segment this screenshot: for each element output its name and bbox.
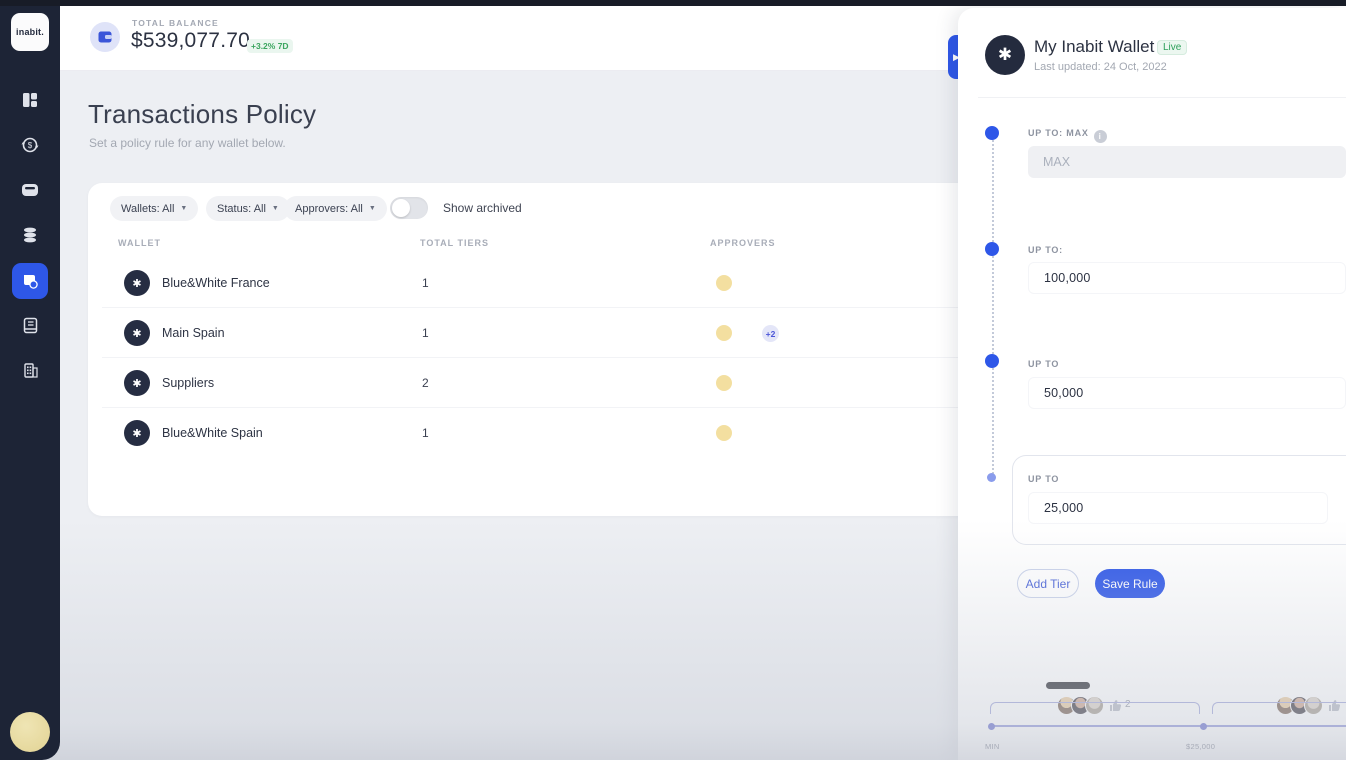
card-icon (21, 183, 39, 197)
approver-avatar (716, 325, 732, 341)
range-min-label: MIN (985, 742, 1000, 751)
wallet-name: Suppliers (162, 376, 215, 390)
book-icon (22, 317, 39, 334)
info-icon[interactable]: i (1093, 130, 1107, 143)
sidebar-item-transactions-policy[interactable] (12, 263, 48, 299)
scrubber-handle[interactable] (1046, 682, 1090, 689)
col-total-tiers: TOTAL TIERS (420, 238, 490, 248)
approver-avatar (716, 275, 732, 291)
approver-avatar (716, 375, 732, 391)
sidebar: inabit. $ (0, 0, 60, 760)
approvers-filter[interactable]: Approvers: All ▼ (284, 196, 387, 221)
tier-timeline-line (992, 140, 994, 478)
range-slider-dot[interactable] (1200, 723, 1207, 730)
wallet-name: Blue&White France (162, 276, 270, 290)
status-filter[interactable]: Status: All ▼ (206, 196, 290, 221)
tier-dot (985, 242, 999, 256)
toggle-knob (392, 199, 410, 217)
divider (978, 97, 1346, 98)
range-slider-dot[interactable] (988, 723, 995, 730)
wallet-avatar-icon: ✱ (124, 270, 150, 296)
approver-avatar (716, 425, 732, 441)
wallet-tiers: 1 (422, 426, 429, 440)
wallet-avatar-icon: ✱ (124, 420, 150, 446)
tier-range-bracket (990, 702, 1200, 714)
inabit-logo[interactable]: inabit. (11, 13, 49, 51)
show-archived-toggle[interactable] (390, 197, 428, 219)
last-updated-text: Last updated: 24 Oct, 2022 (1034, 61, 1167, 73)
database-icon (21, 226, 39, 244)
total-balance-value: $539,077.70 (131, 29, 250, 52)
tier-label: UP TO: MAX i (1028, 128, 1107, 143)
sidebar-item-cards[interactable] (12, 172, 48, 208)
more-approvers-badge[interactable]: +2 (762, 325, 779, 342)
swap-dollar-icon: $ (20, 135, 40, 155)
chevron-down-icon: ▼ (180, 205, 188, 212)
add-tier-button[interactable]: Add Tier (1017, 569, 1079, 598)
panel-title: My Inabit Wallet (1034, 37, 1155, 56)
wallet-icon (90, 22, 120, 52)
wallets-filter[interactable]: Wallets: All ▼ (110, 196, 199, 221)
wallets-filter-label: Wallets: All (121, 202, 175, 215)
sidebar-item-exchange[interactable]: $ (12, 127, 48, 163)
tier-label: UP TO (1028, 474, 1060, 484)
tier-dot (987, 473, 996, 482)
sidebar-item-organization[interactable] (12, 352, 48, 388)
wallet-tiers: 2 (422, 376, 429, 390)
tier-amount-input[interactable]: 50,000 (1028, 377, 1346, 409)
col-wallet: WALLET (118, 238, 161, 248)
tier-label: UP TO: (1028, 245, 1063, 255)
logo-text: inabit. (16, 27, 44, 37)
show-archived-label: Show archived (443, 201, 522, 215)
balance-change-badge: +3.2% 7D (247, 39, 293, 53)
live-status-badge: Live (1157, 40, 1188, 55)
save-rule-button[interactable]: Save Rule (1095, 569, 1165, 598)
app-screen: inabit. $ TOTAL BALANCE $539,077.70 +3.2… (0, 0, 1346, 760)
page-title: Transactions Policy (88, 99, 317, 129)
grid-icon (21, 91, 39, 109)
tier-dot (985, 354, 999, 368)
tier-label: UP TO (1028, 359, 1060, 369)
range-slider-track[interactable] (990, 725, 1346, 727)
page-subtitle: Set a policy rule for any wallet below. (89, 136, 286, 150)
tier-range-bracket (1212, 702, 1346, 714)
sidebar-item-assets[interactable] (12, 217, 48, 253)
wallet-tiers: 1 (422, 276, 429, 290)
status-filter-label: Status: All (217, 202, 266, 215)
wallet-rule-panel: ✱ My Inabit Wallet Live Last updated: 24… (958, 8, 1346, 760)
building-icon (22, 362, 39, 379)
range-cap-label: $25,000 (1186, 742, 1216, 751)
sidebar-item-ledger[interactable] (12, 307, 48, 343)
tier-amount-input[interactable]: 25,000 (1028, 492, 1328, 524)
svg-text:$: $ (28, 141, 33, 150)
col-approvers: APPROVERS (710, 238, 776, 248)
wallet-tiers: 1 (422, 326, 429, 340)
wallet-name: Main Spain (162, 326, 225, 340)
wallet-avatar-icon: ✱ (985, 35, 1025, 75)
wallet-name: Blue&White Spain (162, 426, 263, 440)
tier-amount-input[interactable]: MAX (1028, 146, 1346, 178)
wallet-badge-icon (21, 272, 39, 290)
approvers-filter-label: Approvers: All (295, 202, 363, 215)
tier-amount-input[interactable]: 100,000 (1028, 262, 1346, 294)
tier-dot (985, 126, 999, 140)
total-balance-label: TOTAL BALANCE (132, 18, 219, 28)
sidebar-item-dashboard[interactable] (12, 82, 48, 118)
user-avatar[interactable] (10, 712, 50, 752)
chevron-down-icon: ▼ (271, 205, 279, 212)
chevron-down-icon: ▼ (368, 205, 376, 212)
window-top-strip (0, 0, 1346, 6)
wallet-avatar-icon: ✱ (124, 370, 150, 396)
wallet-avatar-icon: ✱ (124, 320, 150, 346)
